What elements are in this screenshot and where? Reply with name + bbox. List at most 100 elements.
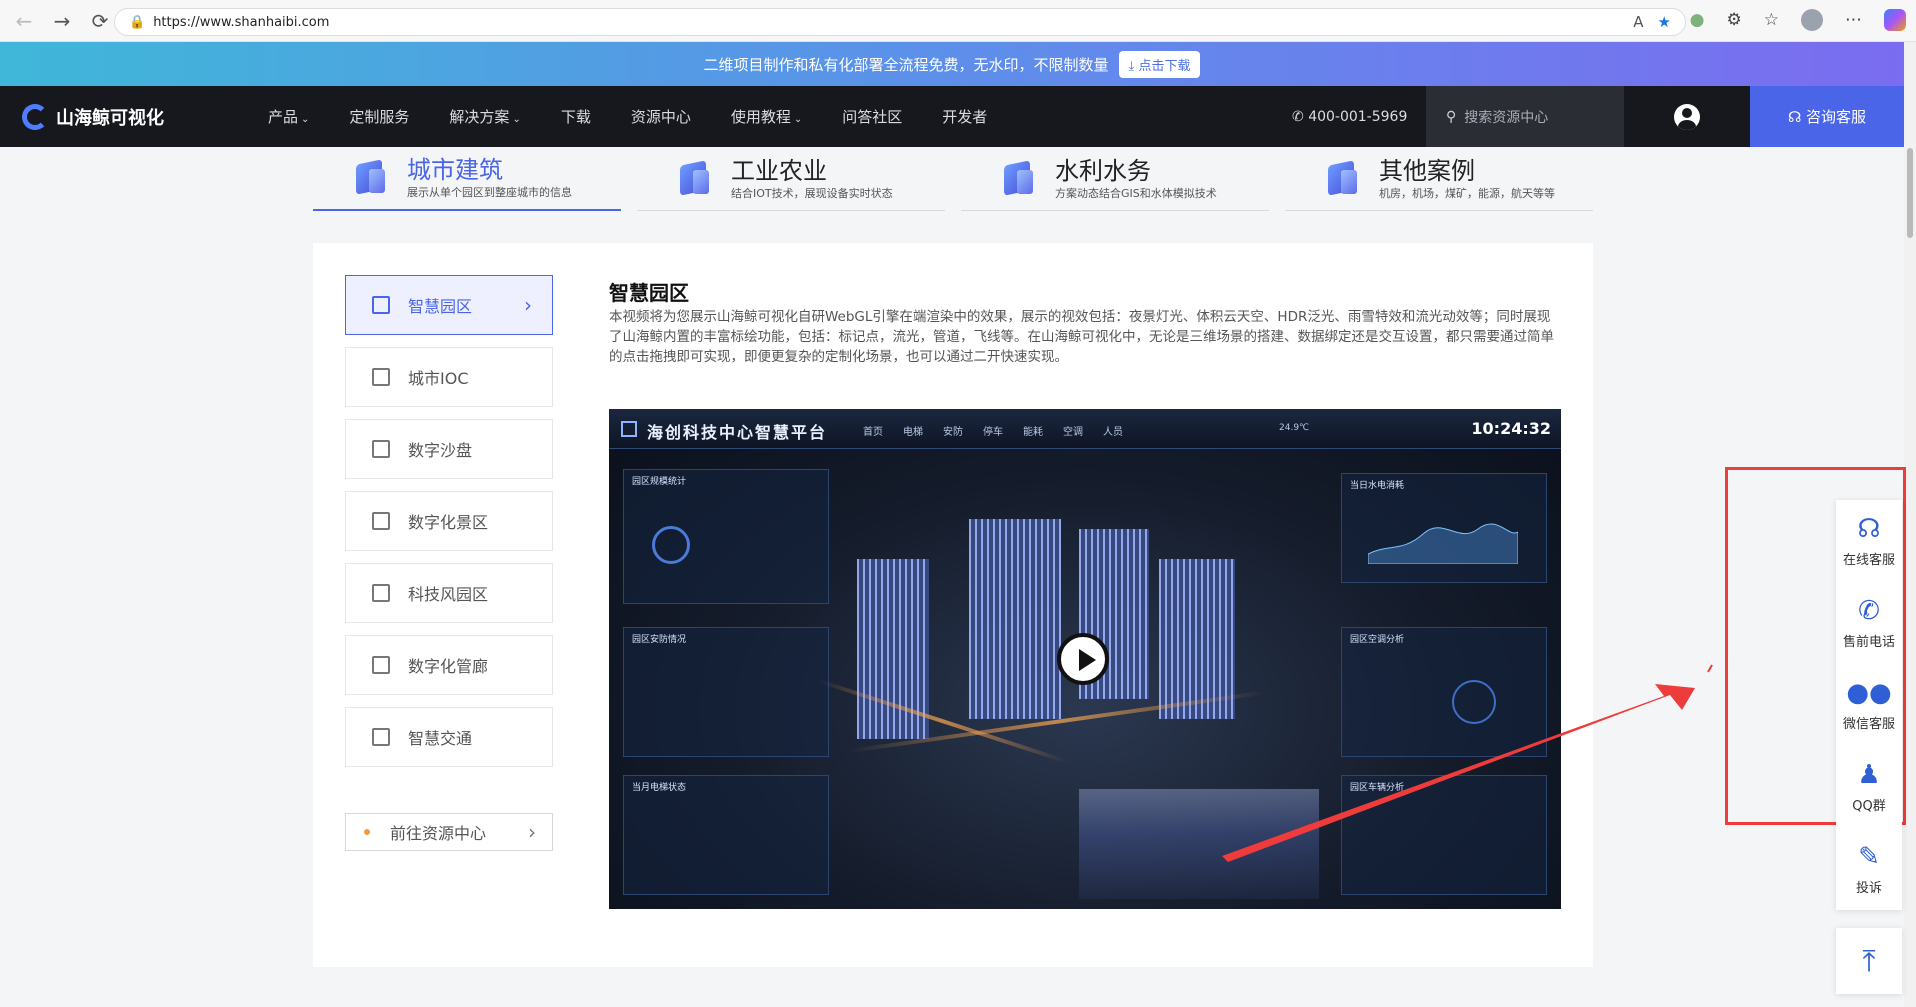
tech-park-icon xyxy=(372,584,390,602)
case-sidebar: 智慧园区 › 城市IOC 数字沙盘 数字化景区 科技风园区 数字化管廊 智慧交通 xyxy=(345,275,553,779)
more-icon[interactable]: ⋯ xyxy=(1845,10,1862,30)
panel-elevator: 当月电梯状态 xyxy=(623,775,829,895)
complaint-button[interactable]: ✎ 投诉 xyxy=(1836,828,1902,910)
dashboard-title: 海创科技中心智慧平台 xyxy=(647,423,828,442)
dashboard-tab: 能耗 xyxy=(1023,427,1043,438)
logo-icon xyxy=(22,103,48,130)
dashboard-tab: 电梯 xyxy=(903,427,923,438)
phone-icon: ✆ xyxy=(1858,595,1880,626)
tab-city-building[interactable]: 城市建筑 展示从单个园区到整座城市的信息 xyxy=(313,147,621,211)
sidebar-item-digital-scenic[interactable]: 数字化景区 xyxy=(345,491,553,551)
main-menu: 产品 ⌄ 定制服务 解决方案 ⌄ 下载 资源中心 使用教程 ⌄ 问答社区 开发者 xyxy=(268,106,1027,127)
dashboard-tab: 停车 xyxy=(983,427,1003,438)
promo-download-button[interactable]: ⤓ 点击下载 xyxy=(1118,50,1201,78)
address-bar[interactable]: 🔒 https://www.shanhaibi.com A ★ xyxy=(114,8,1686,36)
menu-item-download[interactable]: 下载 xyxy=(561,106,591,127)
url-text: https://www.shanhaibi.com xyxy=(153,14,330,30)
panel-air-conditioning: 园区空调分析 xyxy=(1341,627,1547,757)
platform-logo-icon xyxy=(621,421,637,437)
wechat-service-button[interactable]: ●● 微信客服 xyxy=(1836,664,1902,746)
building-shape xyxy=(1159,559,1235,719)
dashboard-time: 10:24:32 xyxy=(1471,419,1551,438)
copilot-icon[interactable] xyxy=(1884,9,1906,31)
site-logo[interactable]: 山海鲸可视化 xyxy=(22,103,242,130)
read-aloud-icon[interactable]: A xyxy=(1633,13,1643,31)
menu-item-solutions[interactable]: 解决方案 ⌄ xyxy=(449,106,520,127)
panel-security: 园区安防情况 xyxy=(623,627,829,757)
menu-item-resources[interactable]: 资源中心 xyxy=(631,106,691,127)
chevron-down-icon: ⌄ xyxy=(512,114,521,125)
go-resource-center-button[interactable]: 前往资源中心 › xyxy=(345,813,553,851)
dashboard-tab: 空调 xyxy=(1063,427,1083,438)
promo-banner: 二维项目制作和私有化部署全流程免费，无水印，不限制数量 ⤓ 点击下载 xyxy=(0,42,1904,86)
phone-icon: ✆ xyxy=(1292,108,1304,125)
menu-item-community[interactable]: 问答社区 xyxy=(842,106,902,127)
city-building-icon xyxy=(351,159,389,197)
consult-service-button[interactable]: ☊ 咨询客服 xyxy=(1750,86,1904,147)
complaint-icon: ✎ xyxy=(1858,841,1880,872)
building-shape xyxy=(1079,789,1319,899)
case-card: 智慧园区 › 城市IOC 数字沙盘 数字化景区 科技风园区 数字化管廊 智慧交通 xyxy=(313,243,1593,967)
back-icon[interactable]: ← xyxy=(10,7,38,35)
panel-utility: 当日水电消耗 xyxy=(1341,473,1547,583)
forward-icon[interactable]: → xyxy=(48,7,76,35)
sidebar-item-smart-park[interactable]: 智慧园区 › xyxy=(345,275,553,335)
sidebar-item-digital-sandbox[interactable]: 数字沙盘 xyxy=(345,419,553,479)
menu-item-developer[interactable]: 开发者 xyxy=(942,106,987,127)
favorite-star-icon[interactable]: ★ xyxy=(1658,13,1671,31)
promo-text: 二维项目制作和私有化部署全流程免费，无水印，不限制数量 xyxy=(703,55,1109,74)
bullet-dot-icon xyxy=(364,829,370,835)
radar-ring xyxy=(1452,680,1496,724)
panel-park-scale: 园区规模统计 xyxy=(623,469,829,604)
building-icon xyxy=(372,296,390,314)
gauge-ring xyxy=(652,526,690,564)
content-description: 本视频将为您展示山海鲸可视化自研WebGL引擎在端渲染中的效果，展示的视效包括：… xyxy=(609,309,1554,365)
extension-dot-icon[interactable]: ● xyxy=(1690,10,1705,30)
industry-icon xyxy=(675,160,713,198)
sidebar-item-city-ioc[interactable]: 城市IOC xyxy=(345,347,553,407)
chevron-down-icon: ⌄ xyxy=(301,114,310,125)
tab-industry-agriculture[interactable]: 工业农业 结合IOT技术，展现设备实时状态 xyxy=(637,147,945,211)
pipe-gallery-icon xyxy=(372,656,390,674)
sidebar-item-smart-traffic[interactable]: 智慧交通 xyxy=(345,707,553,767)
lock-icon: 🔒 xyxy=(129,14,146,30)
qq-group-button[interactable]: ♟ QQ群 xyxy=(1836,746,1902,828)
panel-vehicles: 园区车辆分析 xyxy=(1341,775,1547,895)
tab-other-cases[interactable]: 其他案例 机房，机场，煤矿，能源，航天等等 xyxy=(1285,147,1593,211)
online-service-button[interactable]: ☊ 在线客服 xyxy=(1836,500,1902,582)
menu-item-tutorials[interactable]: 使用教程 ⌄ xyxy=(731,106,802,127)
dashboard-tab: 首页 xyxy=(863,427,883,438)
tab-water-affairs[interactable]: 水利水务 方案动态结合GIS和水体模拟技术 xyxy=(961,147,1269,211)
dashboard-weather: 24.9℃ xyxy=(1279,423,1310,433)
back-to-top-button[interactable]: ⤒ xyxy=(1836,928,1902,994)
other-cases-icon xyxy=(1323,160,1361,198)
resource-search-input[interactable]: ⚲ 搜索资源中心 xyxy=(1426,86,1624,147)
site-header: 山海鲸可视化 产品 ⌄ 定制服务 解决方案 ⌄ 下载 资源中心 使用教程 ⌄ 问答社区… xyxy=(0,86,1904,147)
content-title: 智慧园区 xyxy=(609,281,689,305)
floating-service-bar: ☊ 在线客服 ✆ 售前电话 ●● 微信客服 ♟ QQ群 ✎ 投诉 ⤒ xyxy=(1836,500,1902,994)
water-icon xyxy=(999,160,1037,198)
menu-item-product[interactable]: 产品 ⌄ xyxy=(268,106,309,127)
chevron-right-icon: › xyxy=(524,293,532,317)
favorites-icon[interactable]: ☆ xyxy=(1764,10,1779,30)
utility-area-chart xyxy=(1368,523,1518,564)
refresh-icon[interactable]: ⟳ xyxy=(86,7,114,35)
sidebar-item-tech-park[interactable]: 科技风园区 xyxy=(345,563,553,623)
user-avatar-icon[interactable] xyxy=(1674,104,1700,130)
menu-item-custom[interactable]: 定制服务 xyxy=(349,106,409,127)
sidebar-item-digital-pipe[interactable]: 数字化管廊 xyxy=(345,635,553,695)
dashboard-tab: 安防 xyxy=(943,427,963,438)
profile-icon[interactable] xyxy=(1801,9,1823,31)
qq-icon: ♟ xyxy=(1857,759,1881,790)
presale-phone-button[interactable]: ✆ 售前电话 xyxy=(1836,582,1902,664)
play-button[interactable] xyxy=(1057,633,1109,685)
extensions-icon[interactable]: ⚙ xyxy=(1727,10,1742,30)
building-shape xyxy=(969,519,1061,719)
browser-toolbar: ← → ⟳ 🔒 https://www.shanhaibi.com A ★ ● … xyxy=(0,0,1916,42)
dashboard-tabs: 首页 电梯 安防 停车 能耗 空调 人员 xyxy=(863,423,1123,438)
phone-number: ✆ 400-001-5969 xyxy=(1292,108,1408,125)
scrollbar-thumb[interactable] xyxy=(1907,148,1913,238)
search-icon: ⚲ xyxy=(1446,108,1457,125)
chevron-down-icon: ⌄ xyxy=(793,114,803,125)
video-player[interactable]: 海创科技中心智慧平台 首页 电梯 安防 停车 能耗 空调 人员 24.9℃ 10… xyxy=(609,409,1561,909)
